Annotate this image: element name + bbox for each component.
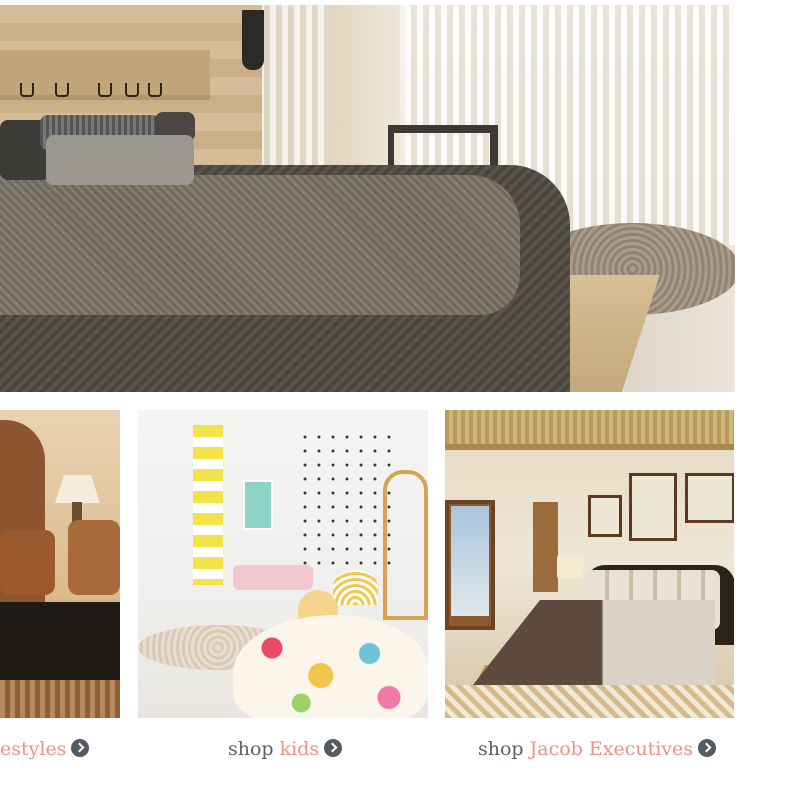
rattan-chair	[333, 570, 378, 605]
curtain-left	[258, 5, 328, 170]
tile-executive-bedroom-image[interactable]	[445, 410, 734, 718]
table-lamp-shade	[55, 475, 100, 503]
figurine	[20, 83, 34, 97]
bedspread	[465, 600, 715, 695]
polka-dot-wallpaper	[298, 430, 393, 570]
caption-accent: Jacob Executives	[529, 738, 694, 760]
leather-sofa	[0, 530, 55, 595]
caption-prefix: shop	[478, 738, 530, 760]
caption-prefix: shop	[228, 738, 280, 760]
kids-sofa	[233, 565, 313, 590]
shop-lifestyles-link[interactable]: estyles	[0, 738, 90, 760]
pillow	[46, 135, 194, 185]
door-glass	[451, 506, 489, 616]
knit-throw	[0, 175, 520, 315]
shop-jacob-executives-link[interactable]: shop Jacob Executives	[478, 738, 717, 760]
tile-kids-room-image[interactable]	[138, 410, 428, 718]
wall-poster	[243, 480, 273, 530]
pendant-lamp	[242, 10, 264, 70]
leather-armchair	[68, 520, 120, 595]
rug	[0, 680, 120, 718]
tile-living-room-image[interactable]	[0, 410, 120, 718]
patterned-rug	[445, 685, 734, 718]
rattan-shelf	[383, 470, 428, 620]
caption-accent: kids	[279, 738, 320, 760]
bedside-lamp	[557, 555, 583, 579]
hero-bedroom-image[interactable]	[0, 5, 735, 392]
caption-accent: estyles	[0, 738, 67, 760]
framed-art	[685, 473, 734, 523]
figurines	[0, 75, 210, 97]
framed-art	[629, 473, 677, 541]
figurine	[98, 83, 112, 97]
figurine	[148, 83, 162, 97]
figurine	[125, 83, 139, 97]
chevron-circle-right-icon	[324, 739, 343, 757]
framed-art	[588, 495, 622, 537]
crown-molding	[445, 410, 734, 450]
shop-kids-link[interactable]: shop kids	[228, 738, 343, 760]
chevron-circle-right-icon	[698, 739, 717, 757]
chevron-circle-right-icon	[71, 739, 90, 757]
figurine	[55, 83, 69, 97]
wood-door	[533, 502, 558, 592]
yellow-curtain	[193, 425, 223, 585]
